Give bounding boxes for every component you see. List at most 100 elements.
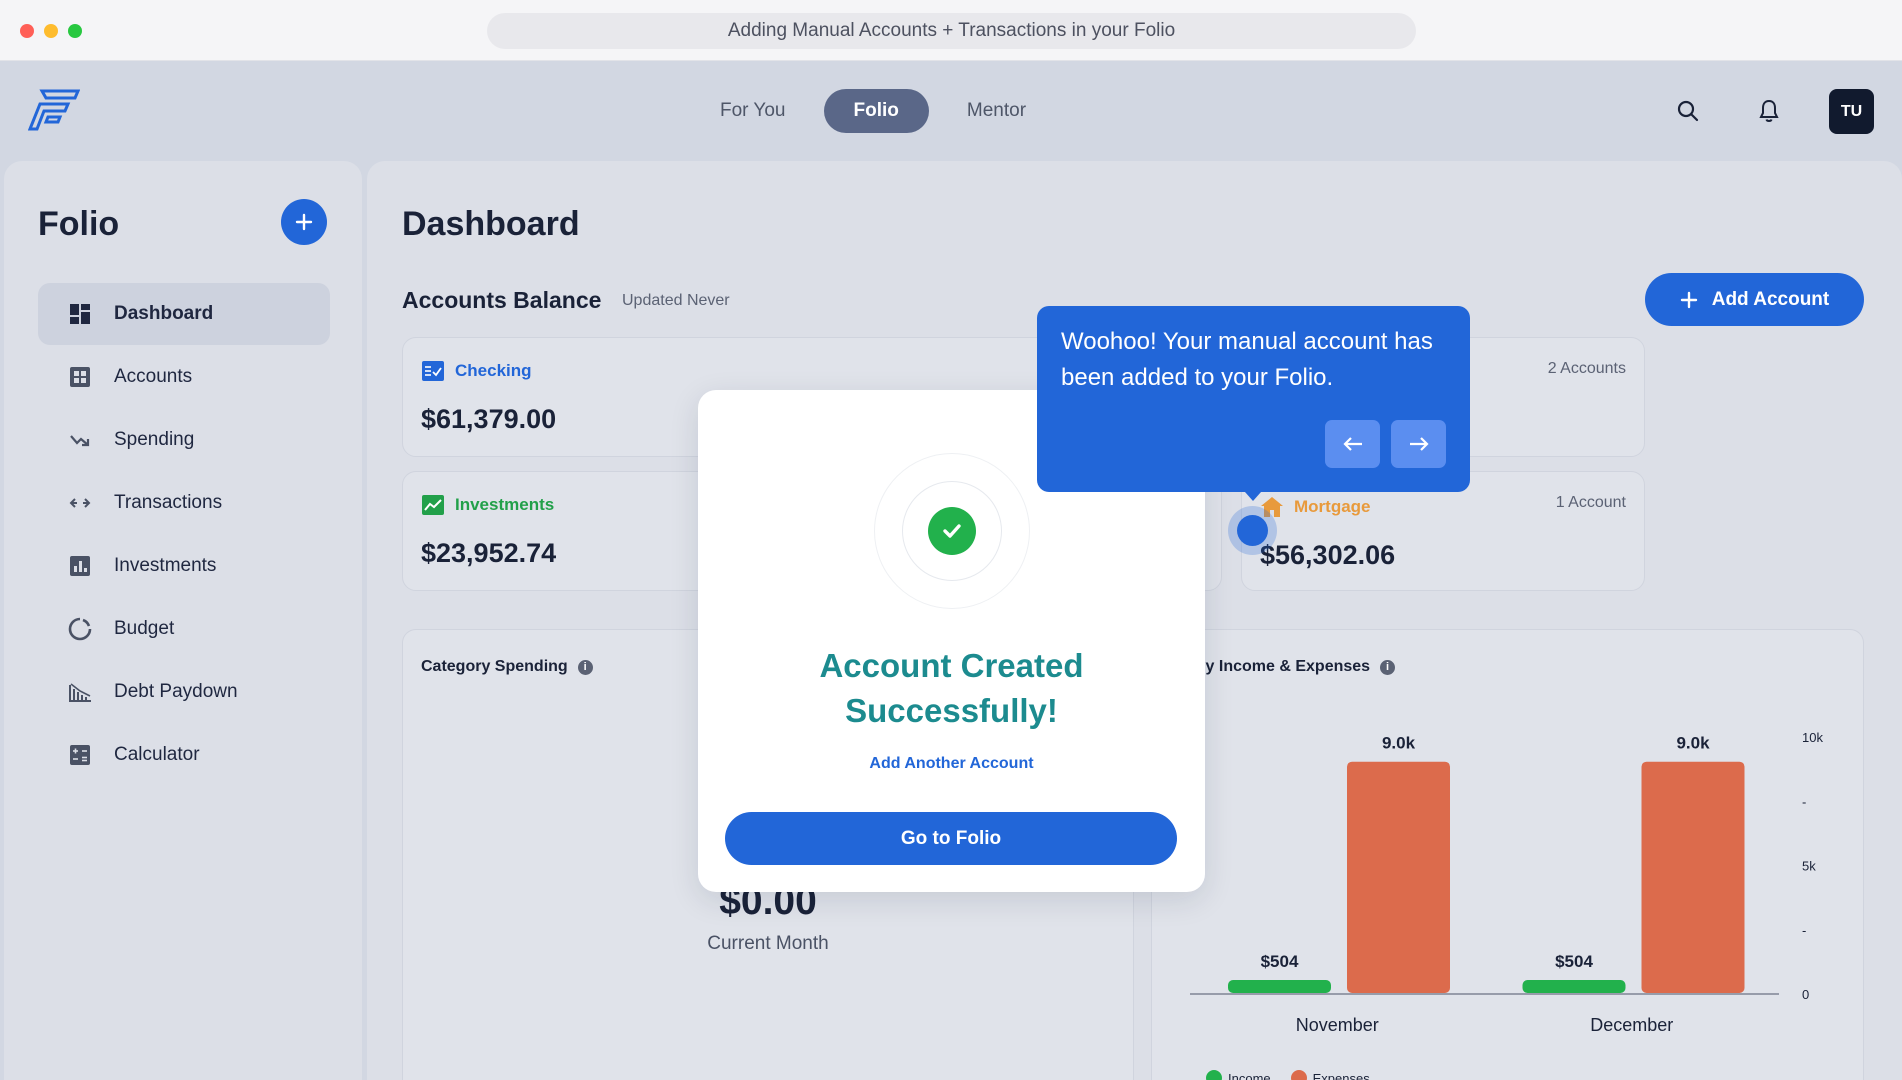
sidebar-item-label: Budget <box>114 618 175 639</box>
data-label: 9.0k <box>1676 734 1710 753</box>
sidebar-item-spending[interactable]: Spending <box>38 409 330 471</box>
mortgage-count: 1 Account <box>1555 494 1626 511</box>
tooltip-back-button[interactable] <box>1325 420 1380 468</box>
app: For You Folio Mentor TU Folio Dashboard … <box>0 61 1902 1080</box>
sidebar-item-calculator[interactable]: Calculator <box>38 724 330 786</box>
expenses-swatch <box>1290 1070 1307 1080</box>
debt-icon <box>68 680 92 704</box>
sidebar-menu: Dashboard Accounts Spending Transactions… <box>38 283 330 787</box>
data-label: $504 <box>1261 952 1299 971</box>
add-account-button[interactable]: Add Account <box>1645 273 1864 326</box>
primary-tabs: For You Folio Mentor <box>690 89 1056 133</box>
data-label: $504 <box>1555 952 1593 971</box>
legend-label: Income <box>1228 1070 1271 1080</box>
info-icon[interactable]: i <box>577 659 593 675</box>
add-another-account-link[interactable]: Add Another Account <box>698 755 1205 773</box>
add-button[interactable] <box>281 199 327 245</box>
bar-expenses <box>1347 761 1450 993</box>
category-spending-title-text: Category Spending <box>421 658 568 675</box>
x-tick-label: December <box>1590 1015 1673 1035</box>
go-to-folio-button[interactable]: Go to Folio <box>725 812 1177 865</box>
add-account-label: Add Account <box>1711 288 1830 310</box>
sidebar-item-investments[interactable]: Investments <box>38 535 330 597</box>
y-tick-label: - <box>1802 923 1806 938</box>
data-label: 9.0k <box>1382 734 1416 753</box>
address-bar[interactable]: Adding Manual Accounts + Transactions in… <box>487 13 1416 49</box>
dashboard-icon <box>68 302 92 326</box>
page-title: Dashboard <box>402 205 580 243</box>
avatar[interactable]: TU <box>1829 89 1874 134</box>
investments-amount: $23,952.74 <box>421 538 557 568</box>
sidebar-title: Folio <box>38 205 120 243</box>
sidebar: Folio Dashboard Accounts Spending Transa… <box>4 161 362 1080</box>
browser-chrome: Adding Manual Accounts + Transactions in… <box>0 0 1902 61</box>
modal-title: Account Created Successfully! <box>698 643 1205 733</box>
plus-icon <box>1680 291 1697 308</box>
calculator-icon <box>68 743 92 767</box>
sidebar-item-label: Transactions <box>114 492 223 513</box>
sidebar-item-label: Dashboard <box>114 303 214 324</box>
budget-icon <box>68 617 92 641</box>
modal-title-line1: Account Created <box>819 647 1084 684</box>
sidebar-item-debt-paydown[interactable]: Debt Paydown <box>38 661 330 723</box>
sidebar-item-transactions[interactable]: Transactions <box>38 472 330 534</box>
mortgage-label-text: Mortgage <box>1294 497 1371 516</box>
income-expenses-panel: thly Income & Expenses i 10k -5k -0 $504 9.0… <box>1151 629 1864 1080</box>
logo-icon[interactable] <box>28 87 80 133</box>
bell-icon[interactable] <box>1749 91 1789 131</box>
updated-status: Updated Never <box>622 292 730 309</box>
sidebar-item-dashboard[interactable]: Dashboard <box>38 283 330 345</box>
y-tick-label: 0 <box>1802 987 1809 1002</box>
sidebar-item-label: Debt Paydown <box>114 681 238 702</box>
y-tick-label: 5k <box>1802 859 1816 874</box>
y-tick-label: 10k <box>1802 730 1823 745</box>
sidebar-item-label: Investments <box>114 555 217 576</box>
sidebar-item-label: Accounts <box>114 366 193 387</box>
legend-item-income: Income <box>1206 1070 1271 1080</box>
tooltip-pointer <box>1245 492 1261 501</box>
tooltip-next-button[interactable] <box>1391 420 1446 468</box>
income-expenses-chart: 10k - 5k - 0 $504 9.0k November $504 9.0k December <box>1190 730 1823 1035</box>
y-tick-label: - <box>1802 794 1806 809</box>
arrow-left-icon <box>1342 437 1362 451</box>
search-icon[interactable] <box>1668 91 1708 131</box>
investments-label: Investments <box>421 494 554 516</box>
onboarding-tooltip: Woohoo! Your manual account has been add… <box>1037 306 1470 501</box>
modal-title-line2: Successfully! <box>845 692 1058 729</box>
chart-up-icon <box>422 495 444 515</box>
sidebar-item-budget[interactable]: Budget <box>38 598 330 660</box>
close-window-button[interactable] <box>20 24 34 38</box>
top-navigation: For You Folio Mentor TU <box>0 61 1902 161</box>
category-spending-title: Category Spending i <box>421 658 593 676</box>
bar-income <box>1522 980 1626 993</box>
sidebar-item-accounts[interactable]: Accounts <box>38 346 330 408</box>
accounts-icon <box>68 365 92 389</box>
check-circle-icon <box>928 507 976 555</box>
transactions-icon <box>68 491 92 515</box>
success-inner-ring <box>902 481 1002 581</box>
category-spending-period: Current Month <box>707 933 829 954</box>
arrow-right-icon <box>1409 437 1429 451</box>
checking-amount: $61,379.00 <box>421 404 557 434</box>
plus-icon <box>295 213 313 231</box>
tab-mentor[interactable]: Mentor <box>937 89 1056 133</box>
income-swatch <box>1206 1070 1222 1080</box>
sidebar-item-label: Calculator <box>114 744 200 765</box>
bar-expenses <box>1641 761 1745 993</box>
checking-label: Checking <box>421 360 532 382</box>
maximize-window-button[interactable] <box>68 24 82 38</box>
mortgage-label: Mortgage <box>1260 496 1371 518</box>
account-count: 2 Accounts <box>1547 360 1626 377</box>
investments-icon <box>68 554 92 578</box>
legend-label: Expenses <box>1312 1070 1370 1080</box>
legend-item-expenses: Expenses <box>1290 1070 1370 1080</box>
tab-for-you[interactable]: For You <box>690 89 816 133</box>
bar-income <box>1228 980 1331 993</box>
x-tick-label: November <box>1296 1015 1379 1035</box>
tab-folio[interactable]: Folio <box>823 89 929 133</box>
tour-beacon[interactable] <box>1228 506 1277 555</box>
spending-icon <box>68 428 92 452</box>
checking-label-text: Checking <box>455 361 532 380</box>
minimize-window-button[interactable] <box>44 24 58 38</box>
chart-legend: Income Expenses <box>1206 1070 1370 1080</box>
